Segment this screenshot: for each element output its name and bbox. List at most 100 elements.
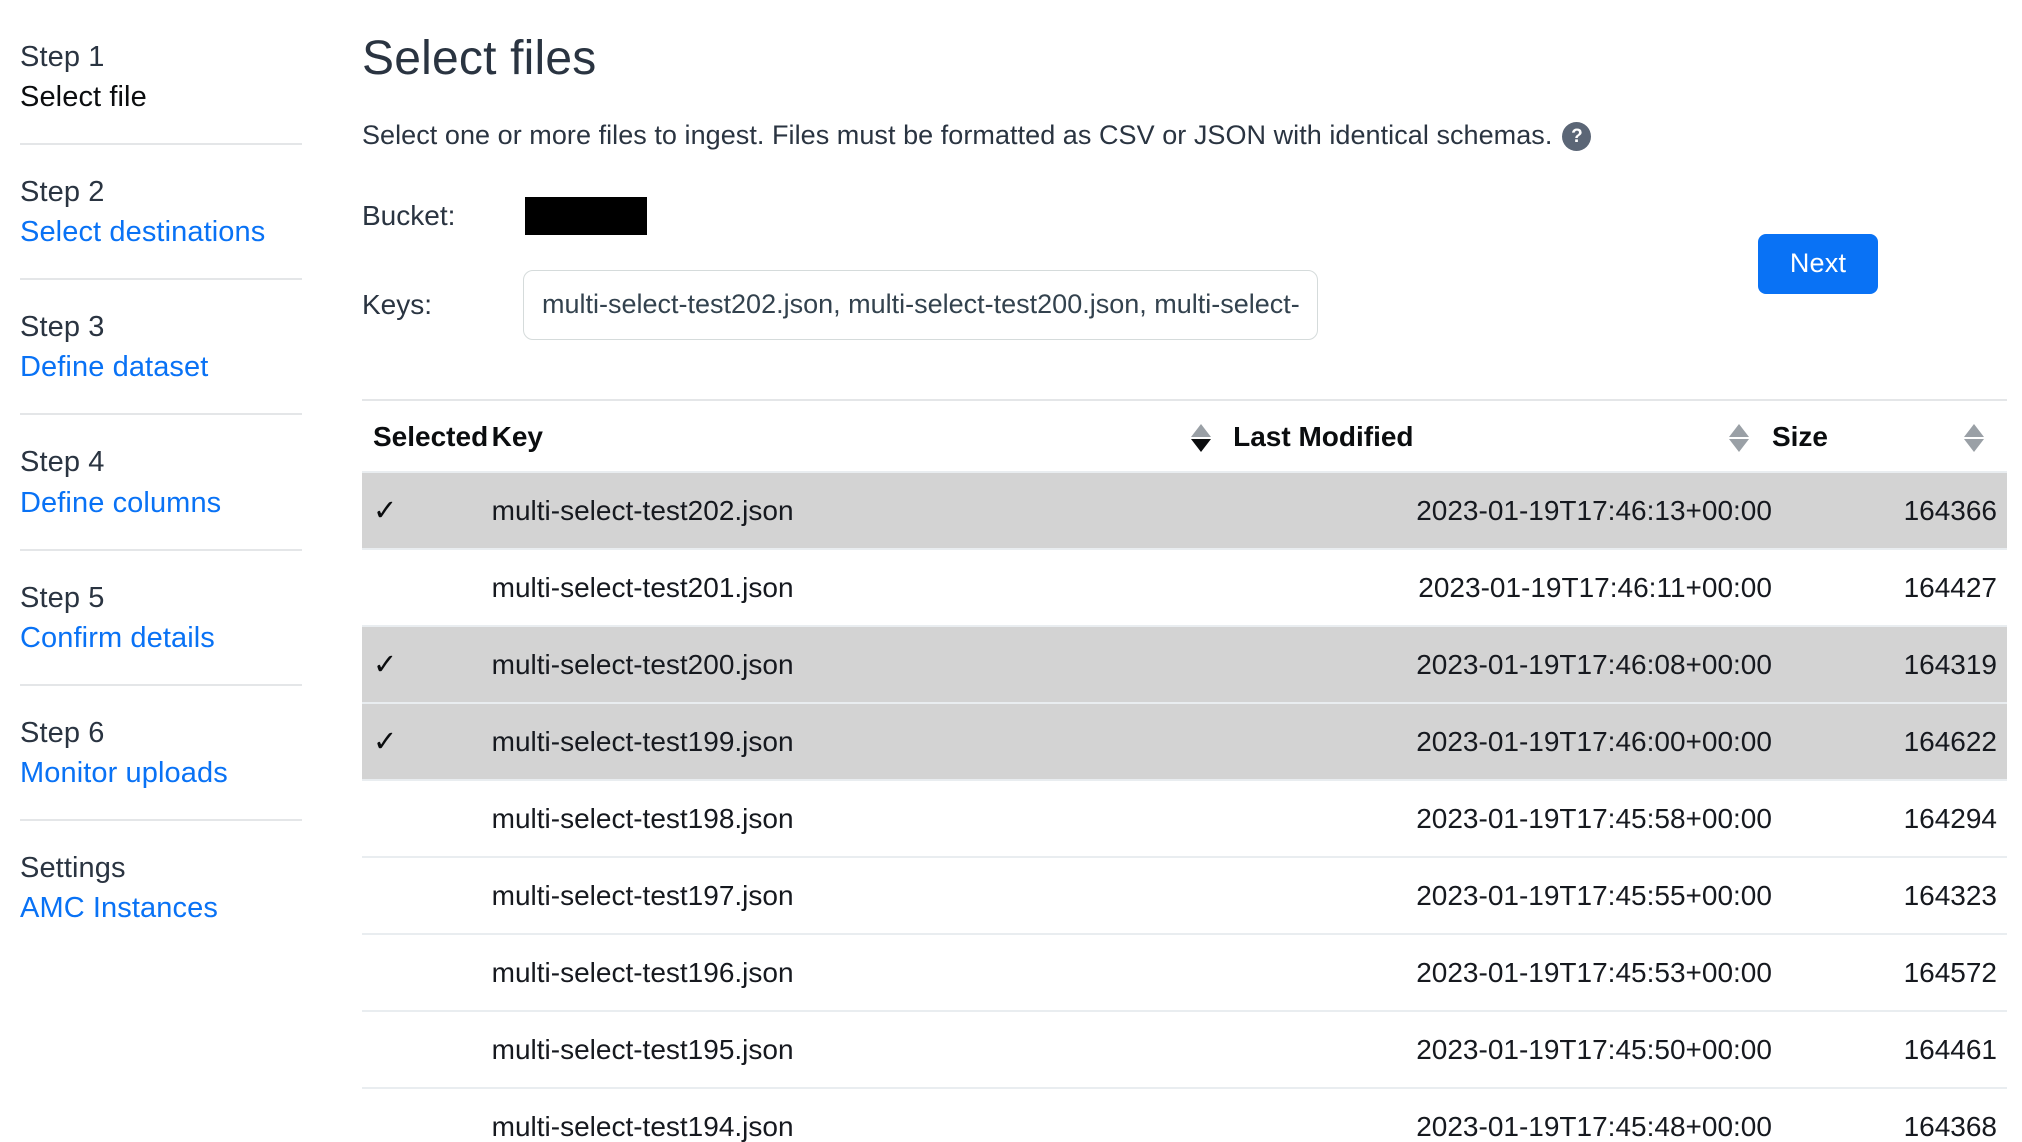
sort-toggle-last-modified[interactable] <box>1191 400 1234 472</box>
row-size-cell: 164572 <box>1772 934 2007 1011</box>
row-last-modified-cell: 2023-01-19T17:45:53+00:00 <box>1233 934 1772 1011</box>
sidebar-step-3: Step 3Define dataset <box>20 278 302 413</box>
table-row[interactable]: ✓ multi-select-test200.json2023-01-19T17:… <box>362 626 2007 703</box>
page-description-row: Select one or more files to ingest. File… <box>362 120 2007 151</box>
column-header-selected[interactable]: Selected <box>362 400 492 472</box>
row-last-modified-cell: 2023-01-19T17:46:08+00:00 <box>1233 626 1772 703</box>
sort-ascending-arrow-icon[interactable] <box>1729 424 1749 437</box>
sidebar-step-link-select-file: Select file <box>20 77 302 117</box>
column-header-size[interactable]: Size <box>1772 400 1964 472</box>
row-size-cell: 164461 <box>1772 1011 2007 1088</box>
table-row[interactable]: multi-select-test201.json2023-01-19T17:4… <box>362 549 2007 626</box>
main-content: Select files Select one or more files to… <box>362 0 2022 1142</box>
keys-input[interactable] <box>523 270 1318 340</box>
sort-arrows-last-modified[interactable] <box>1191 424 1211 452</box>
row-size-cell: 164427 <box>1772 549 2007 626</box>
row-size-cell: 164294 <box>1772 780 2007 857</box>
sort-toggle-size-right[interactable] <box>1964 400 2007 472</box>
help-circle-icon[interactable]: ? <box>1562 122 1591 151</box>
sidebar-step-2: Step 2Select destinations <box>20 143 302 278</box>
select-files-page: Step 1Select fileStep 2Select destinatio… <box>0 0 2022 1142</box>
sidebar-step-7: SettingsAMC Instances <box>20 819 302 954</box>
page-title: Select files <box>362 30 2007 88</box>
sort-descending-arrow-icon[interactable] <box>1729 439 1749 452</box>
sort-toggle-size-left[interactable] <box>1729 400 1772 472</box>
wizard-sidebar: Step 1Select fileStep 2Select destinatio… <box>0 0 362 1142</box>
table-header-row: Selected Key Last Modified <box>362 400 2007 472</box>
sidebar-step-title: Step 6 <box>20 714 302 753</box>
keys-field-row: Keys: <box>362 270 1318 340</box>
row-key-cell: multi-select-test202.json <box>492 472 1233 549</box>
row-selected-cell[interactable]: ✓ <box>362 472 492 549</box>
row-key-cell: multi-select-test196.json <box>492 934 1233 1011</box>
row-key-cell: multi-select-test201.json <box>492 549 1233 626</box>
sidebar-step-link-monitor-uploads[interactable]: Monitor uploads <box>20 753 302 793</box>
sidebar-step-title: Step 1 <box>20 38 302 77</box>
sidebar-step-6: Step 6Monitor uploads <box>20 684 302 819</box>
sort-arrows-size-right[interactable] <box>1964 424 1984 452</box>
row-size-cell: 164366 <box>1772 472 2007 549</box>
row-selected-cell[interactable]: ✓ <box>362 703 492 780</box>
table-row[interactable]: multi-select-test195.json2023-01-19T17:4… <box>362 1011 2007 1088</box>
bucket-field-row: Bucket: <box>362 197 647 235</box>
row-size-cell: 164368 <box>1772 1088 2007 1142</box>
file-selection-form: Bucket: Keys: Next <box>362 197 2007 377</box>
sidebar-step-1: Step 1Select file <box>20 38 302 143</box>
row-selected-cell[interactable]: ✓ <box>362 626 492 703</box>
column-header-last-modified[interactable]: Last Modified <box>1233 400 1729 472</box>
bucket-label: Bucket: <box>362 200 512 232</box>
row-selected-cell[interactable] <box>362 857 492 934</box>
sidebar-step-title: Step 4 <box>20 443 302 482</box>
sidebar-step-4: Step 4Define columns <box>20 413 302 548</box>
row-last-modified-cell: 2023-01-19T17:46:13+00:00 <box>1233 472 1772 549</box>
checkmark-icon: ✓ <box>373 649 397 681</box>
checkmark-icon: ✓ <box>373 726 397 758</box>
row-selected-cell[interactable] <box>362 1011 492 1088</box>
row-last-modified-cell: 2023-01-19T17:45:58+00:00 <box>1233 780 1772 857</box>
sidebar-step-link-amc-instances[interactable]: AMC Instances <box>20 888 302 928</box>
row-key-cell: multi-select-test200.json <box>492 626 1233 703</box>
next-button[interactable]: Next <box>1758 234 1878 294</box>
sidebar-step-link-confirm-details[interactable]: Confirm details <box>20 618 302 658</box>
row-selected-cell[interactable] <box>362 1088 492 1142</box>
row-selected-cell[interactable] <box>362 549 492 626</box>
files-table: Selected Key Last Modified <box>362 399 2007 1142</box>
table-row[interactable]: ✓multi-select-test199.json2023-01-19T17:… <box>362 703 2007 780</box>
checkmark-icon: ✓ <box>373 495 397 527</box>
sidebar-step-link-define-dataset[interactable]: Define dataset <box>20 347 302 387</box>
sort-ascending-arrow-icon[interactable] <box>1964 424 1984 437</box>
table-row[interactable]: multi-select-test196.json2023-01-19T17:4… <box>362 934 2007 1011</box>
sidebar-step-title: Step 3 <box>20 308 302 347</box>
keys-label: Keys: <box>362 289 512 321</box>
row-last-modified-cell: 2023-01-19T17:45:50+00:00 <box>1233 1011 1772 1088</box>
row-size-cell: 164319 <box>1772 626 2007 703</box>
table-row[interactable]: ✓ multi-select-test202.json2023-01-19T17:… <box>362 472 2007 549</box>
column-header-key[interactable]: Key <box>492 400 1191 472</box>
sort-descending-arrow-icon[interactable] <box>1964 439 1984 452</box>
row-last-modified-cell: 2023-01-19T17:46:11+00:00 <box>1233 549 1772 626</box>
sidebar-step-title: Step 5 <box>20 579 302 618</box>
row-selected-cell[interactable] <box>362 934 492 1011</box>
table-row[interactable]: multi-select-test194.json2023-01-19T17:4… <box>362 1088 2007 1142</box>
sort-ascending-arrow-icon[interactable] <box>1191 424 1211 437</box>
sort-descending-arrow-icon[interactable] <box>1191 439 1211 452</box>
row-size-cell: 164622 <box>1772 703 2007 780</box>
sidebar-step-title: Step 2 <box>20 173 302 212</box>
sort-arrows-size-left[interactable] <box>1729 424 1749 452</box>
files-table-body: ✓multi-select-test202.json2023-01-19T17:… <box>362 472 2007 1142</box>
sidebar-step-title: Settings <box>20 849 302 888</box>
row-last-modified-cell: 2023-01-19T17:45:48+00:00 <box>1233 1088 1772 1142</box>
table-row[interactable]: multi-select-test197.json2023-01-19T17:4… <box>362 857 2007 934</box>
files-table-head: Selected Key Last Modified <box>362 400 2007 472</box>
row-selected-cell[interactable] <box>362 780 492 857</box>
row-key-cell: multi-select-test194.json <box>492 1088 1233 1142</box>
table-row[interactable]: multi-select-test198.json2023-01-19T17:4… <box>362 780 2007 857</box>
row-last-modified-cell: 2023-01-19T17:46:00+00:00 <box>1233 703 1772 780</box>
sidebar-step-5: Step 5Confirm details <box>20 549 302 684</box>
row-last-modified-cell: 2023-01-19T17:45:55+00:00 <box>1233 857 1772 934</box>
row-size-cell: 164323 <box>1772 857 2007 934</box>
row-key-cell: multi-select-test198.json <box>492 780 1233 857</box>
bucket-value-redacted <box>525 197 647 235</box>
sidebar-step-link-select-destinations[interactable]: Select destinations <box>20 212 302 252</box>
sidebar-step-link-define-columns[interactable]: Define columns <box>20 483 302 523</box>
